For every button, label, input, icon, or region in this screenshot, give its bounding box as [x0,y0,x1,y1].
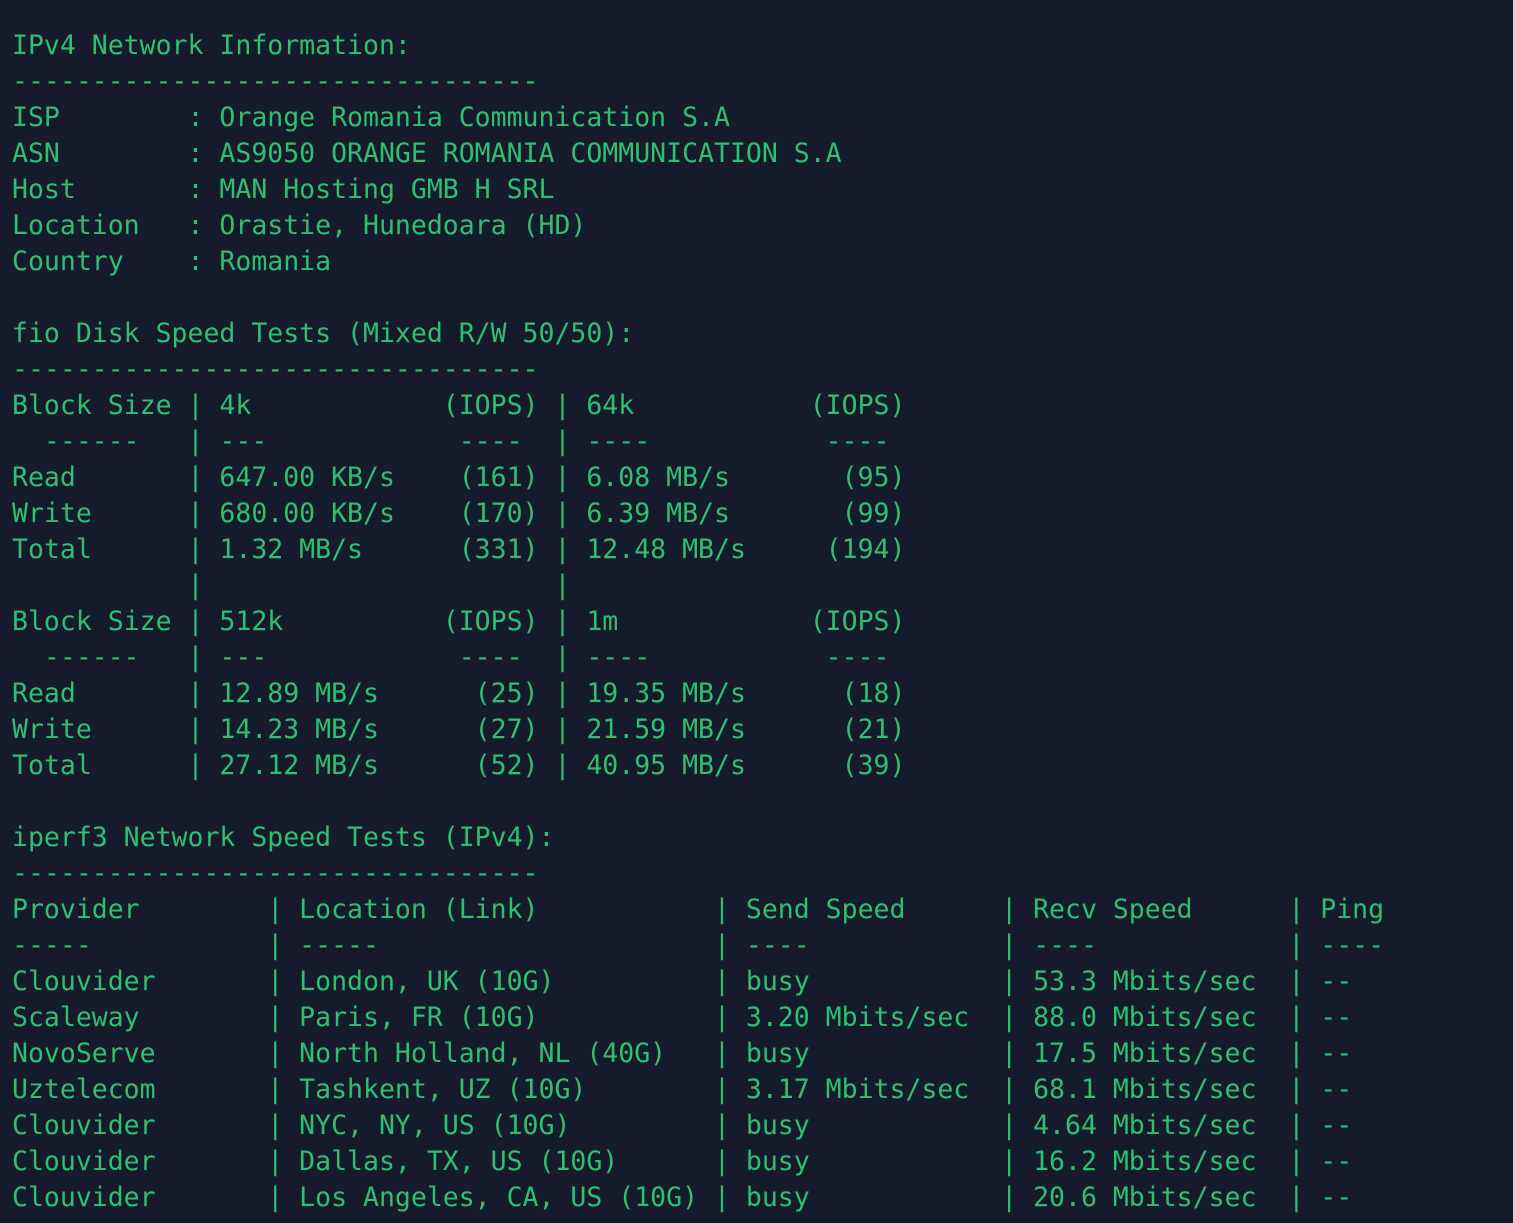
terminal-output[interactable]: IPv4 Network Information: ---------------… [12,28,1384,1216]
terminal-line: Clouvider | London, UK (10G) | busy | 53… [12,966,1353,997]
terminal-line: Clouvider | Los Angeles, CA, US (10G) | … [12,1182,1353,1213]
terminal-line: Country : Romania [12,246,332,277]
terminal-line: ISP : Orange Romania Communication S.A [12,102,730,133]
terminal-line: Total | 27.12 MB/s (52) | 40.95 MB/s (39… [12,750,906,781]
terminal-line: ----- | ----- | ---- | ---- | ---- [12,930,1385,961]
terminal-line: Total | 1.32 MB/s (331) | 12.48 MB/s (19… [12,534,906,565]
terminal-line: Clouvider | Dallas, TX, US (10G) | busy … [12,1146,1353,1177]
terminal-line: iperf3 Network Speed Tests (IPv4): [12,822,555,853]
terminal-line: --------------------------------- [12,354,539,385]
terminal-line: Clouvider | NYC, NY, US (10G) | busy | 4… [12,1110,1353,1141]
terminal-line: Uztelecom | Tashkent, UZ (10G) | 3.17 Mb… [12,1074,1353,1105]
terminal-line: NovoServe | North Holland, NL (40G) | bu… [12,1038,1353,1069]
terminal-line: Write | 680.00 KB/s (170) | 6.39 MB/s (9… [12,498,906,529]
terminal-line: Block Size | 512k (IOPS) | 1m (IOPS) [12,606,906,637]
terminal-line: --------------------------------- [12,858,539,889]
terminal-line: Location : Orastie, Hunedoara (HD) [12,210,587,241]
terminal-line: ------ | --- ---- | ---- ---- [12,642,890,673]
terminal-line: Write | 14.23 MB/s (27) | 21.59 MB/s (21… [12,714,906,745]
terminal-line: IPv4 Network Information: [12,30,411,61]
terminal-line: ------ | --- ---- | ---- ---- [12,426,890,457]
terminal-line: Provider | Location (Link) | Send Speed … [12,894,1385,925]
terminal-line: Read | 647.00 KB/s (161) | 6.08 MB/s (95… [12,462,906,493]
terminal-line: fio Disk Speed Tests (Mixed R/W 50/50): [12,318,635,349]
terminal-line: Host : MAN Hosting GMB H SRL [12,174,555,205]
terminal-line: ASN : AS9050 ORANGE ROMANIA COMMUNICATIO… [12,138,842,169]
terminal-line: Block Size | 4k (IOPS) | 64k (IOPS) [12,390,906,421]
terminal-line: --------------------------------- [12,66,539,97]
terminal-line: | | [12,570,571,601]
terminal-line: Scaleway | Paris, FR (10G) | 3.20 Mbits/… [12,1002,1353,1033]
terminal-window: { "terminal": { "text_color": "#2fbf71",… [0,0,1513,1223]
terminal-line: Read | 12.89 MB/s (25) | 19.35 MB/s (18) [12,678,906,709]
